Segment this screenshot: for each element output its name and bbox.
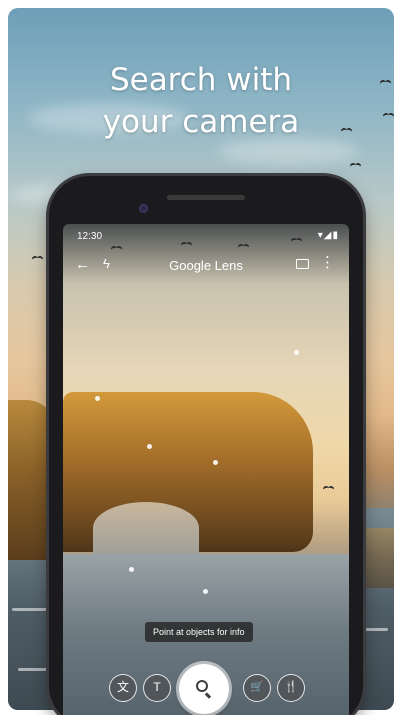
promo-headline-line2: your camera [102,104,300,140]
status-time: 12:30 [77,231,103,242]
sparkle-dot [129,567,134,572]
search-shutter-button[interactable] [179,664,229,714]
search-icon [196,680,208,692]
wave-foam [18,668,48,671]
bird [341,128,351,133]
shopping-mode-button[interactable]: 🛒 [243,674,271,702]
search-icon-handle [205,692,212,699]
translate-mode-button[interactable]: 文 [109,674,137,702]
wave-foam [12,608,52,611]
bird [383,113,393,118]
bird [350,163,360,168]
hint-chip: Point at objects for info [145,622,253,642]
promo-headline-line1: Search with [109,62,293,98]
mode-selector: 文 T 🛒 🍴 [63,662,349,715]
bird [380,80,390,85]
sparkle-dot [95,396,100,401]
bird [238,244,248,249]
phone-mockup: 12:30 ▾◢▮ ← ϟ Google Lens ⋮ Point at obj… [49,176,363,715]
dining-mode-button[interactable]: 🍴 [277,674,305,702]
bird [323,486,333,491]
sparkle-dot [147,444,152,449]
status-icons: ▾◢▮ [317,230,339,241]
sparkle-dot [294,350,299,355]
front-camera [139,204,148,213]
lens-screen: 12:30 ▾◢▮ ← ϟ Google Lens ⋮ Point at obj… [63,224,349,715]
bird [291,238,301,243]
phone-speaker [167,195,245,200]
bird [32,256,42,261]
text-mode-button[interactable]: T [143,674,171,702]
lens-toolbar: ← ϟ Google Lens ⋮ [63,250,349,282]
status-bar: 12:30 ▾◢▮ [63,224,349,248]
arch-opening [93,502,199,554]
more-options-icon[interactable]: ⋮ [320,255,335,270]
sparkle-dot [203,589,208,594]
sparkle-dot [213,460,218,465]
bird [181,242,191,247]
gallery-icon[interactable] [296,259,309,269]
